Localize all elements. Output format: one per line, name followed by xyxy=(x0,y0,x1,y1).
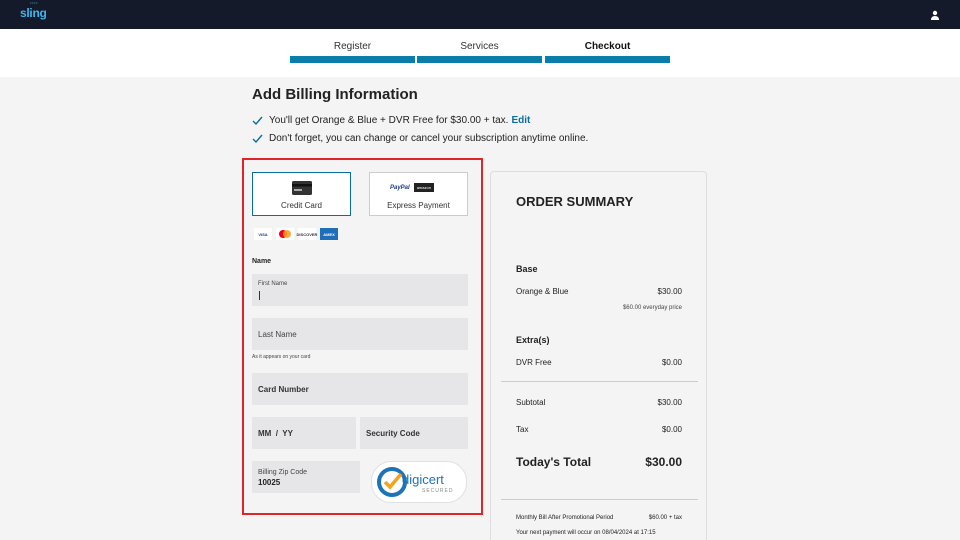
order-summary: ORDER SUMMARY Base Orange & Blue $30.00 … xyxy=(490,171,707,540)
tax-row: Tax $0.00 xyxy=(516,425,682,434)
order-summary-title: ORDER SUMMARY xyxy=(516,194,634,209)
step-register-bar xyxy=(290,56,415,63)
top-bar: ···· sling xyxy=(0,0,960,29)
sling-logo[interactable]: ···· sling xyxy=(20,1,47,20)
base-row: Orange & Blue $30.00 xyxy=(516,287,682,296)
mastercard-icon xyxy=(276,228,294,240)
amazon-logo: amazon xyxy=(413,183,434,192)
edit-link[interactable]: Edit xyxy=(511,115,530,126)
monthly-bill-row: Monthly Bill After Promotional Period $6… xyxy=(516,515,682,521)
step-checkout-bar xyxy=(545,56,670,63)
digicert-seal[interactable]: digicert SECURED xyxy=(371,461,467,503)
tab-express-payment[interactable]: PayPal amazon Express Payment xyxy=(369,172,468,216)
security-code-field[interactable]: Security Code xyxy=(360,417,468,449)
discover-icon: DISCOVER xyxy=(297,228,317,240)
text-cursor xyxy=(259,291,260,300)
card-number-field[interactable]: Card Number xyxy=(252,373,468,405)
step-services: Services xyxy=(460,41,499,52)
billing-form: Credit Card PayPal amazon Express Paymen… xyxy=(242,158,483,515)
credit-card-icon xyxy=(292,181,312,195)
checkmark-icon xyxy=(252,134,263,144)
subtotal-row: Subtotal $30.00 xyxy=(516,398,682,407)
accepted-cards: VISA DISCOVER AMEX xyxy=(254,228,338,240)
step-checkout: Checkout xyxy=(584,41,631,52)
tab-credit-card[interactable]: Credit Card xyxy=(252,172,351,216)
page-title: Add Billing Information xyxy=(252,86,418,103)
user-icon[interactable] xyxy=(930,10,940,20)
name-hint: As it appears on your card xyxy=(252,354,311,360)
amex-icon: AMEX xyxy=(320,228,338,240)
last-name-field[interactable]: Last Name xyxy=(252,318,468,350)
express-logos: PayPal amazon xyxy=(390,183,434,192)
billing-zip-field[interactable]: Billing Zip Code 10025 xyxy=(252,461,360,493)
base-everyday-price: $60.00 everyday price xyxy=(622,305,682,311)
next-payment-note: Your next payment will occur on 08/04/20… xyxy=(516,530,656,536)
divider xyxy=(501,499,698,500)
extras-heading: Extra(s) xyxy=(516,335,550,345)
name-label: Name xyxy=(252,258,272,265)
step-services-bar xyxy=(417,56,542,63)
divider xyxy=(501,381,698,382)
bullet-offer: You'll get Orange & Blue + DVR Free for … xyxy=(252,115,530,126)
first-name-field[interactable]: First Name xyxy=(252,274,468,306)
base-heading: Base xyxy=(516,264,538,274)
total-row: Today's Total $30.00 xyxy=(516,455,682,469)
extra-row: DVR Free $0.00 xyxy=(516,358,682,367)
expiry-field[interactable]: MM / YY xyxy=(252,417,356,449)
visa-icon: VISA xyxy=(254,228,272,240)
paypal-logo: PayPal xyxy=(390,184,410,191)
checkmark-icon xyxy=(252,116,263,126)
bullet-cancel-note: Don't forget, you can change or cancel y… xyxy=(252,133,588,144)
step-register: Register xyxy=(333,41,372,52)
progress-steps: Register Services Checkout xyxy=(0,29,960,77)
